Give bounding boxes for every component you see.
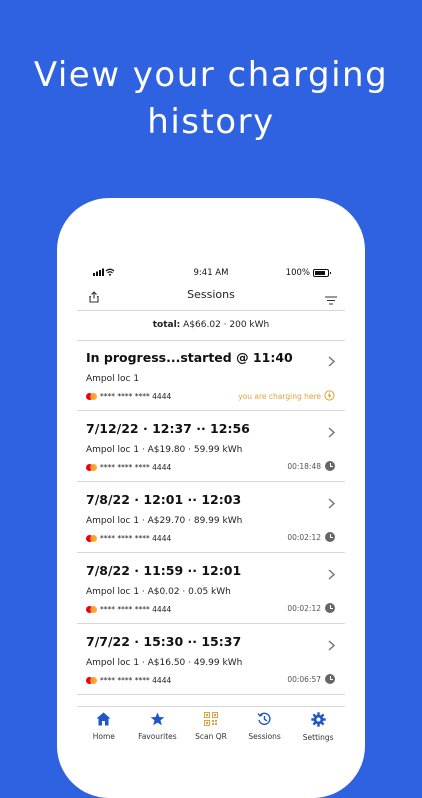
gear-icon (310, 712, 326, 729)
tab-home-label: Home (92, 732, 115, 741)
duration-text: 00:02:12 (287, 532, 321, 542)
chevron-right-icon (328, 636, 336, 655)
charging-status: you are charging here (238, 390, 335, 403)
clock-icon (325, 532, 335, 542)
card-number: **** **** **** 4444 (100, 534, 172, 543)
clock-icon (325, 674, 335, 684)
star-icon (150, 712, 165, 728)
session-title: 7/8/22 · 11:59 ·· 12:01 (86, 563, 242, 578)
session-row[interactable]: 7/7/22 · 15:30 ·· 15:37 Ampol loc 1 · A$… (77, 624, 345, 695)
headline: View your charging history (0, 52, 422, 146)
duration-text: 00:02:12 (287, 603, 321, 613)
session-title: 7/12/22 · 12:37 ·· 12:56 (86, 421, 250, 436)
charging-status-text: you are charging here (238, 392, 321, 401)
session-row-in-progress[interactable]: In progress...started @ 11:40 Ampol loc … (77, 340, 345, 411)
filter-icon[interactable] (325, 290, 337, 309)
chevron-right-icon (328, 494, 336, 513)
clock-icon (325, 603, 335, 613)
clock-icon (325, 461, 335, 471)
session-list: In progress...started @ 11:40 Ampol loc … (77, 340, 345, 695)
total-label: total: (152, 320, 181, 330)
tab-sessions[interactable]: Sessions (238, 707, 292, 751)
status-bar: 9:41 AM 100% (57, 264, 365, 280)
mastercard-icon (86, 677, 97, 684)
battery-icon (313, 269, 331, 277)
card-number: **** **** **** 4444 (100, 676, 172, 685)
payment-card: **** **** **** 4444 (86, 605, 171, 614)
chevron-right-icon (328, 423, 336, 442)
tab-settings[interactable]: Settings (291, 707, 345, 751)
card-number: **** **** **** 4444 (100, 463, 172, 472)
session-title: 7/7/22 · 15:30 ·· 15:37 (86, 634, 242, 649)
mastercard-icon (86, 606, 97, 613)
session-row[interactable]: 7/12/22 · 12:37 ·· 12:56 Ampol loc 1 · A… (77, 411, 345, 482)
mastercard-icon (86, 393, 97, 400)
qr-code-icon (203, 712, 218, 728)
session-duration: 00:18:48 (287, 461, 335, 471)
tab-settings-label: Settings (302, 733, 334, 742)
payment-card: **** **** **** 4444 (86, 676, 171, 685)
charging-bolt-icon (324, 390, 335, 403)
session-title: In progress...started @ 11:40 (86, 350, 293, 365)
session-duration: 00:02:12 (287, 532, 335, 542)
session-duration: 00:02:12 (287, 603, 335, 613)
history-icon (257, 712, 272, 728)
session-details: Ampol loc 1 · A$29.70 · 89.99 kWh (86, 516, 243, 526)
payment-card: **** **** **** 4444 (86, 392, 171, 401)
chevron-right-icon (328, 352, 336, 371)
tab-bar: Home Favourites Scan QR Sessions Setting… (77, 706, 345, 751)
session-details: Ampol loc 1 · A$19.80 · 59.99 kWh (86, 445, 243, 455)
battery-status: 100% (285, 268, 331, 278)
tab-home[interactable]: Home (77, 707, 131, 751)
mastercard-icon (86, 535, 97, 542)
session-location: Ampol loc 1 (86, 374, 140, 384)
mastercard-icon (86, 464, 97, 471)
session-row[interactable]: 7/8/22 · 12:01 ·· 12:03 Ampol loc 1 · A$… (77, 482, 345, 553)
session-row[interactable]: 7/8/22 · 11:59 ·· 12:01 Ampol loc 1 · A$… (77, 553, 345, 624)
headline-line-2: history (147, 102, 275, 142)
phone-frame: 9:41 AM 100% Sessions total: A$66.02 · 2… (57, 198, 365, 798)
card-number: **** **** **** 4444 (100, 392, 172, 401)
session-details: Ampol loc 1 · A$16.50 · 49.99 kWh (86, 658, 243, 668)
tab-scan-qr-label: Scan QR (195, 732, 227, 741)
chevron-right-icon (328, 565, 336, 584)
page-title: Sessions (187, 288, 235, 301)
payment-card: **** **** **** 4444 (86, 534, 171, 543)
session-title: 7/8/22 · 12:01 ·· 12:03 (86, 492, 242, 507)
battery-percent: 100% (285, 268, 310, 278)
duration-text: 00:18:48 (287, 461, 321, 471)
duration-text: 00:06:57 (287, 674, 321, 684)
tab-sessions-label: Sessions (248, 732, 281, 741)
nav-bar: Sessions (77, 284, 345, 311)
total-value: A$66.02 · 200 kWh (183, 320, 270, 330)
tab-favourites[interactable]: Favourites (131, 707, 185, 751)
card-number: **** **** **** 4444 (100, 605, 172, 614)
payment-card: **** **** **** 4444 (86, 463, 171, 472)
headline-line-1: View your charging (33, 55, 389, 95)
session-duration: 00:06:57 (287, 674, 335, 684)
home-icon (96, 712, 111, 728)
session-details: Ampol loc 1 · A$0.02 · 0.05 kWh (86, 587, 231, 597)
total-summary: total: A$66.02 · 200 kWh (77, 310, 345, 341)
tab-favourites-label: Favourites (138, 732, 177, 741)
tab-scan-qr[interactable]: Scan QR (184, 707, 238, 751)
